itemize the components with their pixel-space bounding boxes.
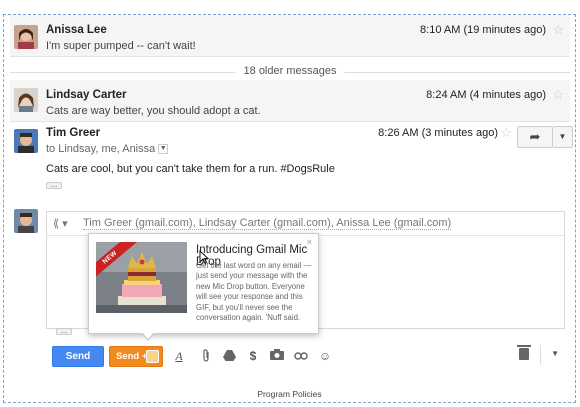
- message-body: Cats are cool, but you can't take them f…: [46, 163, 335, 175]
- star-icon[interactable]: ☆: [500, 125, 512, 141]
- star-icon[interactable]: ☆: [552, 22, 564, 38]
- recipients-text: to Lindsay, me, Anissa: [46, 143, 156, 155]
- older-messages-label[interactable]: 18 older messages: [235, 65, 345, 77]
- reply-button[interactable]: ➦: [517, 126, 553, 148]
- toolbar-separator: [540, 345, 541, 365]
- star-icon[interactable]: ☆: [552, 87, 564, 103]
- chevron-down-icon: ▼: [558, 132, 567, 141]
- sender-name: Lindsay Carter: [46, 89, 127, 101]
- footer-link[interactable]: Program Policies: [4, 389, 575, 399]
- message-time: 8:24 AM (4 minutes ago): [426, 89, 546, 101]
- reply-all-icon[interactable]: ⟪ ▾: [53, 217, 68, 230]
- older-messages-divider[interactable]: 18 older messages: [10, 65, 570, 79]
- emoji-icon[interactable]: ☺: [317, 349, 333, 363]
- send-button[interactable]: Send: [52, 346, 104, 367]
- link-icon[interactable]: [293, 349, 309, 363]
- show-trimmed-content-button[interactable]: ...: [56, 327, 72, 335]
- message-time: 8:10 AM (19 minutes ago): [420, 24, 546, 36]
- message-snippet: I'm super pumped -- can't wait!: [46, 40, 196, 52]
- gmail-thread-frame: Anissa Lee I'm super pumped -- can't wai…: [3, 14, 576, 403]
- compose-toolbar: Send Send + A $ ☺ ▼: [46, 343, 565, 369]
- photo-icon[interactable]: [269, 349, 285, 363]
- message-lindsay-carter[interactable]: Lindsay Carter Cats are way better, you …: [10, 80, 570, 122]
- chevron-down-icon[interactable]: ▼: [158, 144, 169, 155]
- more-options-icon[interactable]: ▼: [551, 349, 559, 358]
- send-plus-label: Send +: [116, 351, 148, 362]
- mic-drop-gif-image: NEW: [96, 242, 187, 313]
- show-trimmed-content-button[interactable]: ...: [46, 181, 62, 189]
- close-icon[interactable]: ×: [307, 237, 312, 247]
- attach-icon[interactable]: [198, 349, 214, 365]
- mouse-cursor-icon: [199, 250, 209, 264]
- send-mic-drop-button[interactable]: Send +: [109, 346, 163, 367]
- sender-name: Tim Greer: [46, 127, 101, 139]
- avatar: [14, 25, 38, 49]
- mic-drop-icon: [146, 350, 159, 363]
- message-anissa-lee[interactable]: Anissa Lee I'm super pumped -- can't wai…: [10, 15, 570, 57]
- to-recipients[interactable]: Tim Greer (gmail.com), Lindsay Carter (g…: [83, 217, 452, 230]
- recipients[interactable]: to Lindsay, me, Anissa ▼: [46, 143, 169, 155]
- message-snippet: Cats are way better, you should adopt a …: [46, 105, 261, 117]
- message-tim-greer: Tim Greer to Lindsay, me, Anissa ▼ Cats a…: [10, 123, 570, 201]
- avatar: [14, 88, 38, 112]
- avatar: [14, 129, 38, 153]
- popup-description: Get the last word on any email — just se…: [196, 261, 312, 323]
- reply-icon: ➦: [529, 129, 541, 144]
- mic-drop-promo-popup: NEW Introducing Gmail Mic Drop Get the l…: [88, 233, 319, 341]
- message-time: 8:26 AM (3 minutes ago): [378, 127, 498, 139]
- sender-name: Anissa Lee: [46, 24, 107, 36]
- format-icon[interactable]: A: [171, 349, 187, 364]
- trash-icon[interactable]: [517, 345, 531, 360]
- money-icon[interactable]: $: [245, 349, 261, 363]
- drive-icon[interactable]: [221, 349, 237, 364]
- avatar: [14, 209, 38, 233]
- more-actions-button[interactable]: ▼: [553, 126, 573, 148]
- popup-pointer: [141, 332, 155, 341]
